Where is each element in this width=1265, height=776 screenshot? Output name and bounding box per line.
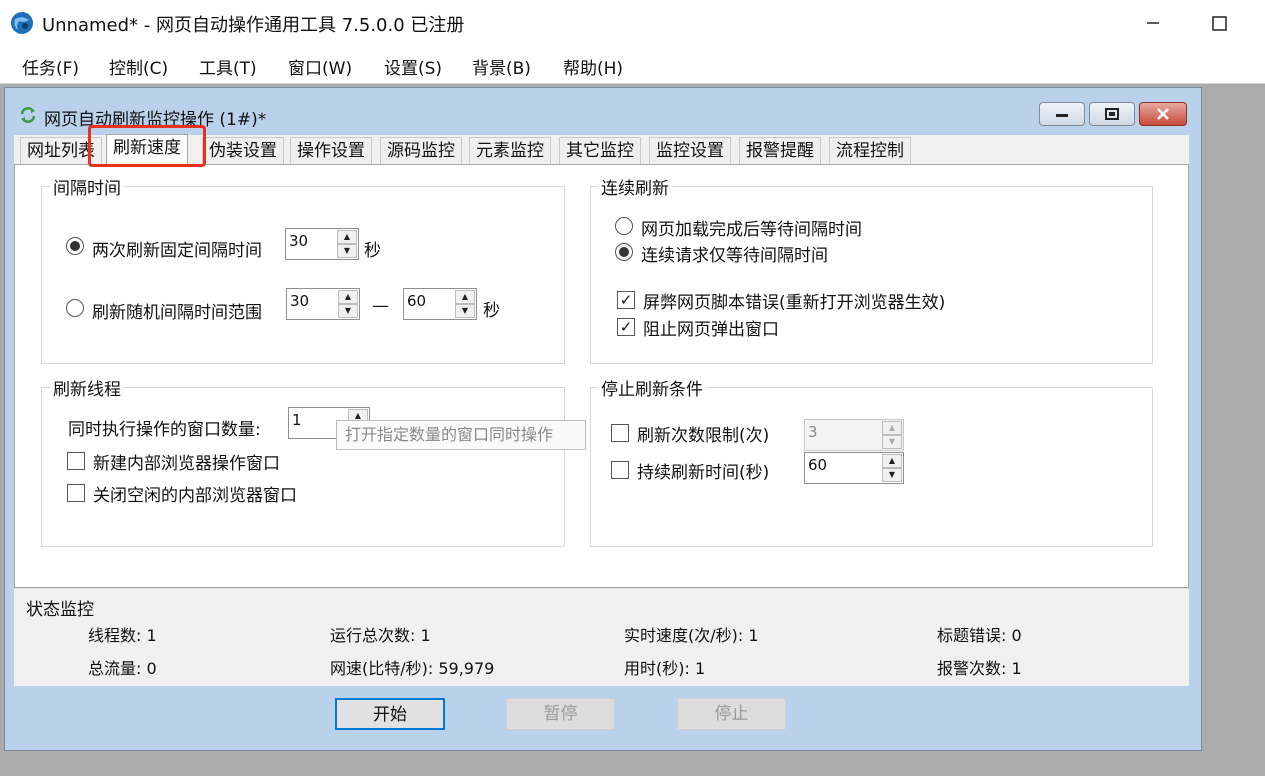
status-elapsed: 用时(秒): 1	[624, 659, 706, 678]
refresh-count-limit-label: 刷新次数限制(次)	[637, 426, 770, 446]
refresh-count-limit-checkbox[interactable]	[611, 424, 629, 442]
tab-monitor-settings[interactable]: 监控设置	[649, 137, 731, 165]
random-min-spinner[interactable]: 30 ▲ ▼	[286, 288, 360, 320]
fixed-interval-value[interactable]: 30	[289, 232, 308, 250]
menu-window[interactable]: 窗口(W)	[288, 54, 352, 79]
continuous-request-label: 连续请求仅等待间隔时间	[641, 246, 828, 266]
spin-up-icon[interactable]: ▲	[882, 454, 902, 468]
block-popups-checkbox[interactable]: ✓	[617, 318, 635, 336]
wait-after-load-label: 网页加载完成后等待间隔时间	[641, 220, 862, 240]
menu-control[interactable]: 控制(C)	[109, 54, 168, 79]
restore-icon	[1105, 108, 1119, 120]
refresh-count-value[interactable]: 3	[808, 423, 818, 441]
status-threads: 线程数: 1	[88, 626, 157, 645]
new-browser-window-checkbox[interactable]	[67, 452, 85, 470]
refresh-duration-checkbox[interactable]	[611, 461, 629, 479]
highlight-box	[88, 125, 206, 167]
spin-up-icon[interactable]: ▲	[882, 421, 902, 435]
status-alarms: 报警次数: 1	[937, 659, 1022, 678]
spin-down-icon[interactable]: ▼	[337, 244, 357, 258]
interval-group	[41, 186, 565, 364]
tab-alarm[interactable]: 报警提醒	[739, 137, 821, 165]
minimize-icon	[1056, 114, 1068, 117]
spin-up-icon[interactable]: ▲	[455, 290, 475, 304]
workspace-background-bottom	[0, 752, 1265, 776]
tab-element-monitor[interactable]: 元素监控	[469, 137, 551, 165]
status-legend: 状态监控	[26, 600, 94, 620]
block-script-errors-label: 屏弊网页脚本错误(重新打开浏览器生效)	[643, 293, 946, 313]
pause-button[interactable]: 暂停	[506, 698, 615, 730]
spin-down-icon[interactable]: ▼	[882, 435, 902, 449]
block-script-errors-checkbox[interactable]: ✓	[617, 291, 635, 309]
fixed-interval-spinner[interactable]: 30 ▲ ▼	[285, 228, 359, 260]
random-min-value[interactable]: 30	[290, 292, 309, 310]
tab-other-monitor[interactable]: 其它监控	[559, 137, 641, 165]
refresh-duration-label: 持续刷新时间(秒)	[637, 463, 770, 483]
spin-down-icon[interactable]: ▼	[338, 304, 358, 318]
fixed-interval-radio[interactable]	[66, 237, 84, 255]
workspace-background	[1202, 84, 1265, 776]
menu-help[interactable]: 帮助(H)	[563, 54, 623, 79]
status-total-runs: 运行总次数: 1	[330, 626, 431, 645]
status-title-errors: 标题错误: 0	[937, 626, 1022, 645]
stop-conditions-legend: 停止刷新条件	[598, 375, 706, 400]
interval-legend: 间隔时间	[50, 174, 124, 199]
fixed-interval-unit: 秒	[364, 241, 381, 261]
menu-tools[interactable]: 工具(T)	[199, 54, 257, 79]
fixed-interval-label: 两次刷新固定间隔时间	[92, 241, 262, 261]
minimize-icon[interactable]	[1139, 9, 1167, 37]
tab-source-monitor[interactable]: 源码监控	[380, 137, 462, 165]
random-interval-radio[interactable]	[66, 299, 84, 317]
stop-button[interactable]: 停止	[677, 698, 786, 730]
continuous-request-radio[interactable]	[615, 243, 633, 261]
refresh-icon	[20, 107, 36, 123]
maximize-icon[interactable]	[1205, 9, 1233, 37]
status-speed: 实时速度(次/秒): 1	[624, 626, 759, 645]
status-traffic: 总流量: 0	[88, 659, 157, 678]
close-icon	[1157, 108, 1169, 120]
tab-operation[interactable]: 操作设置	[290, 137, 372, 165]
window-count-value[interactable]: 1	[292, 411, 302, 429]
new-browser-window-label: 新建内部浏览器操作窗口	[93, 454, 280, 474]
app-logo-icon	[11, 12, 33, 34]
continuous-legend: 连续刷新	[598, 174, 672, 199]
random-interval-label: 刷新随机间隔时间范围	[92, 303, 262, 323]
spin-down-icon[interactable]: ▼	[455, 304, 475, 318]
menu-bar: 任务(F) 控制(C) 工具(T) 窗口(W) 设置(S) 背景(B) 帮助(H…	[0, 46, 1265, 84]
window-count-label: 同时执行操作的窗口数量:	[68, 420, 261, 440]
threads-legend: 刷新线程	[50, 375, 124, 400]
app-title: Unnamed* - 网页自动操作通用工具 7.5.0.0 已注册	[42, 15, 465, 36]
spin-up-icon[interactable]: ▲	[337, 230, 357, 244]
random-max-spinner[interactable]: 60 ▲ ▼	[403, 288, 477, 320]
refresh-count-spinner[interactable]: 3 ▲ ▼	[804, 419, 904, 451]
block-popups-label: 阻止网页弹出窗口	[643, 320, 779, 340]
menu-task[interactable]: 任务(F)	[22, 54, 79, 79]
random-max-value[interactable]: 60	[407, 292, 426, 310]
close-idle-window-label: 关闭空闲的内部浏览器窗口	[93, 486, 297, 506]
spin-down-icon[interactable]: ▼	[882, 468, 902, 482]
spin-up-icon[interactable]: ▲	[338, 290, 358, 304]
wait-after-load-radio[interactable]	[615, 217, 633, 235]
menu-settings[interactable]: 设置(S)	[384, 54, 442, 79]
start-button[interactable]: 开始	[335, 698, 445, 730]
menu-background[interactable]: 背景(B)	[472, 54, 531, 79]
range-dash: —	[372, 296, 389, 316]
random-interval-unit: 秒	[483, 301, 500, 321]
refresh-duration-spinner[interactable]: 60 ▲ ▼	[804, 452, 904, 484]
tooltip: 打开指定数量的窗口同时操作	[336, 420, 586, 450]
refresh-duration-value[interactable]: 60	[808, 456, 827, 474]
tab-disguise[interactable]: 伪装设置	[202, 137, 284, 165]
status-net-speed: 网速(比特/秒): 59,979	[330, 659, 495, 678]
close-idle-window-checkbox[interactable]	[67, 484, 85, 502]
child-close-button[interactable]	[1139, 102, 1187, 126]
child-minimize-button[interactable]	[1039, 102, 1085, 126]
tab-flow-control[interactable]: 流程控制	[829, 137, 911, 165]
child-restore-button[interactable]	[1089, 102, 1135, 126]
